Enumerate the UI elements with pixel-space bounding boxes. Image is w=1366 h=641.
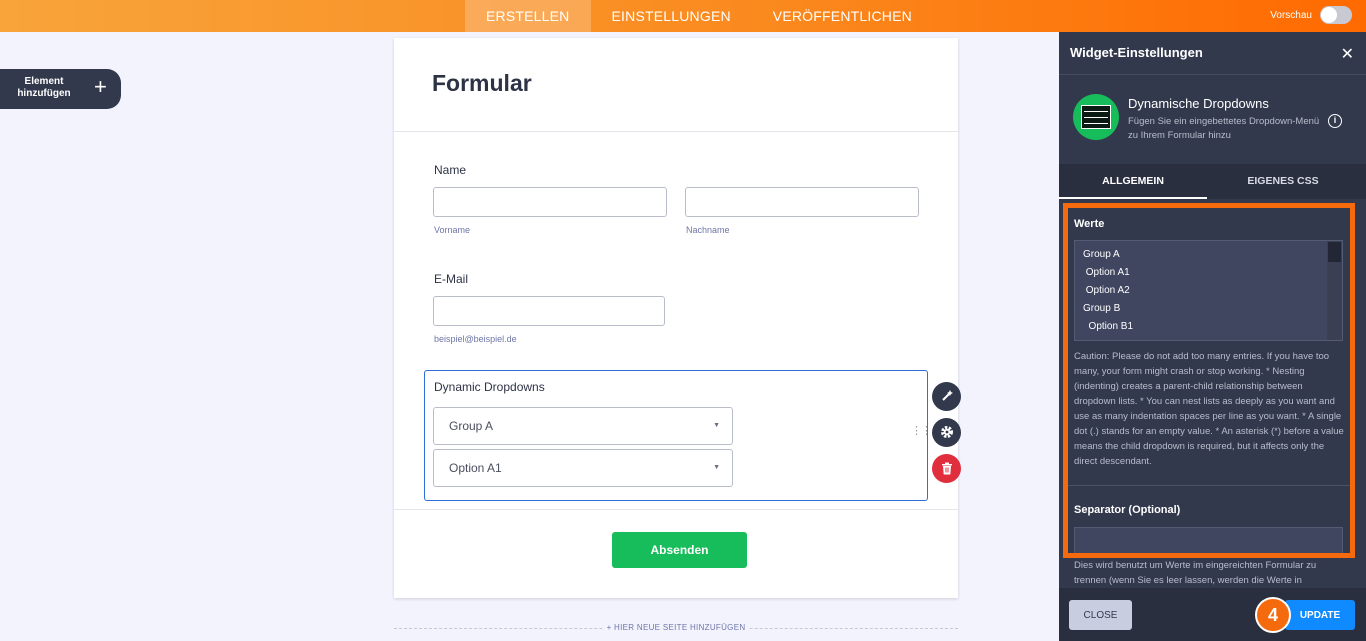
- tab-eigenes-css[interactable]: EIGENES CSS: [1209, 164, 1357, 199]
- add-element-button[interactable]: Element hinzufügen +: [0, 69, 121, 109]
- email-sublabel: beispiel@beispiel.de: [434, 334, 517, 344]
- submit-button[interactable]: Absenden: [612, 532, 747, 568]
- first-name-input[interactable]: [433, 187, 667, 217]
- trash-icon[interactable]: [932, 454, 961, 483]
- preview-label: Vorschau: [1270, 9, 1312, 21]
- dropdown-group-value: Group A: [449, 419, 494, 433]
- info-icon[interactable]: i: [1328, 114, 1342, 128]
- dropdown-option-select[interactable]: Option A1 ▼: [433, 449, 733, 487]
- add-page-link[interactable]: + HIER NEUE SEITE HINZUFÜGEN: [602, 623, 750, 632]
- email-label: E-Mail: [434, 272, 469, 286]
- dynamic-dropdowns-field[interactable]: Dynamic Dropdowns Group A ▼ Option A1 ▼: [424, 370, 928, 501]
- dropdown-option-value: Option A1: [449, 461, 502, 475]
- builder-tabs: ERSTELLEN EINSTELLUNGEN VERÖFFENTLICHEN: [465, 0, 933, 32]
- email-input[interactable]: [433, 296, 665, 326]
- widget-name: Dynamische Dropdowns: [1128, 96, 1269, 111]
- toggle-knob: [1321, 7, 1337, 23]
- close-button[interactable]: CLOSE: [1069, 600, 1132, 630]
- top-navigation-bar: ERSTELLEN EINSTELLUNGEN VERÖFFENTLICHEN …: [0, 0, 1366, 32]
- last-name-sublabel: Nachname: [686, 225, 730, 235]
- caret-down-icon: ▼: [713, 422, 720, 429]
- dynamic-dropdowns-widget-icon: [1073, 94, 1119, 140]
- tab-erstellen[interactable]: ERSTELLEN: [465, 0, 591, 32]
- tab-einstellungen[interactable]: EINSTELLUNGEN: [591, 0, 752, 32]
- preview-toggle[interactable]: [1320, 6, 1352, 24]
- caret-down-icon: ▼: [713, 464, 720, 471]
- divider: [394, 509, 958, 510]
- widget-settings-panel: Widget-Einstellungen ✕ Dynamische Dropdo…: [1059, 32, 1366, 641]
- panel-footer: CLOSE UPDATE 4: [1059, 588, 1366, 641]
- panel-tabs: ALLGEMEIN EIGENES CSS: [1059, 164, 1366, 199]
- last-name-input[interactable]: [685, 187, 919, 217]
- tab-veroeffentlichen[interactable]: VERÖFFENTLICHEN: [752, 0, 933, 32]
- close-icon[interactable]: ✕: [1341, 44, 1354, 64]
- update-button[interactable]: UPDATE: [1285, 600, 1355, 630]
- dropdown-field-label: Dynamic Dropdowns: [434, 380, 545, 394]
- name-label: Name: [434, 163, 467, 177]
- drag-handle-icon[interactable]: ⋮⋮: [911, 426, 932, 437]
- panel-title: Widget-Einstellungen: [1070, 45, 1203, 60]
- divider: [394, 131, 958, 132]
- preview-control: Vorschau: [1270, 6, 1352, 24]
- form-title[interactable]: Formular: [432, 70, 532, 97]
- tab-allgemein[interactable]: ALLGEMEIN: [1059, 164, 1207, 199]
- highlight-box: [1063, 203, 1355, 558]
- magic-wand-icon[interactable]: [932, 382, 961, 411]
- dropdown-group-select[interactable]: Group A ▼: [433, 407, 733, 445]
- widget-screen-graphic: [1081, 105, 1111, 129]
- panel-content: Werte Group A Option A1 Option A2 Group B…: [1059, 199, 1366, 587]
- separator-description: Dies wird benutzt um Werte im eingereich…: [1074, 560, 1317, 586]
- form-card: Formular Name Vorname Nachname E-Mail be…: [394, 38, 958, 598]
- plus-icon: +: [94, 74, 107, 99]
- first-name-sublabel: Vorname: [434, 225, 471, 235]
- divider: [1059, 74, 1366, 75]
- step-badge: 4: [1255, 597, 1291, 633]
- gear-icon[interactable]: [932, 418, 961, 447]
- add-element-label: Element hinzufügen: [17, 76, 71, 99]
- widget-description: Fügen Sie ein eingebettetes Dropdown-Men…: [1128, 116, 1320, 141]
